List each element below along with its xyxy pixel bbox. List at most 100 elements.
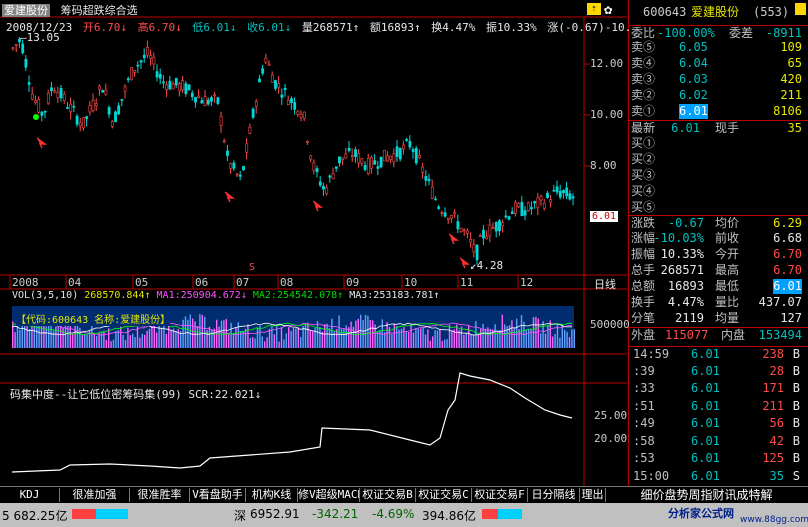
volume-bar	[374, 324, 376, 348]
candle-body	[203, 96, 207, 107]
sell-level-row[interactable]: 卖⑤ 6.05 109	[629, 40, 808, 55]
volume-bar	[432, 336, 434, 348]
sell-level-row[interactable]: 卖② 6.02 211	[629, 88, 808, 103]
stat-label-2: 最高	[715, 263, 740, 277]
candle-body	[94, 103, 98, 106]
candle-body	[136, 64, 140, 67]
candle-body	[424, 176, 428, 181]
volume-bar	[367, 315, 369, 348]
candle-body	[469, 239, 473, 243]
buy-level-row[interactable]: 买⑤	[629, 200, 808, 215]
candle-body	[450, 215, 453, 219]
price-max-label: —13.05	[20, 31, 60, 44]
tick-row[interactable]: :33 6.01 171 B	[629, 381, 808, 396]
candle-body	[405, 139, 409, 141]
lock-icon[interactable]: ⇡	[587, 3, 601, 15]
chart-canvas[interactable]	[0, 0, 628, 486]
stats-row: 振幅 10.33% 今开 6.70	[629, 247, 808, 262]
buy-label: 买①	[631, 136, 656, 150]
volume-bar	[273, 334, 275, 348]
candle-body	[555, 186, 559, 193]
tick-row[interactable]: 14:59 6.01 238 B	[629, 346, 808, 362]
tick-time: :33	[633, 381, 655, 395]
x-tick: 06	[195, 276, 209, 289]
volume-bar	[96, 335, 98, 348]
volume-bar	[441, 340, 443, 348]
buy-label: 买④	[631, 184, 656, 198]
volume-bar	[139, 337, 141, 348]
period-label[interactable]: 日线	[594, 276, 616, 292]
xianshou-label: 现手	[715, 121, 740, 135]
volume-bar	[348, 327, 350, 348]
candle-body	[293, 102, 297, 110]
x-tick: 04	[68, 276, 82, 289]
volume-bar	[175, 330, 177, 348]
candle-body	[280, 94, 284, 98]
indicator-tab[interactable]: 理出	[580, 488, 606, 502]
tick-row[interactable]: :51 6.01 211 B	[629, 399, 808, 414]
vol-value: 268570.844↑	[84, 290, 151, 301]
volume-bar	[417, 328, 419, 348]
indicator-tab[interactable]: 权证交易B	[360, 488, 416, 502]
indicator-tab[interactable]: 很准加强	[60, 488, 130, 502]
tick-row[interactable]: :49 6.01 56 B	[629, 416, 808, 431]
candle-body	[382, 150, 386, 162]
tick-row[interactable]: :58 6.01 42 B	[629, 434, 808, 449]
sh-bar-2	[112, 509, 128, 519]
volume-bar	[124, 340, 127, 348]
buy-level-row[interactable]: 买②	[629, 152, 808, 167]
candle-body	[322, 186, 325, 190]
indicator-tab[interactable]: 机构K线	[246, 488, 298, 502]
volume-bar	[228, 332, 230, 348]
buy-level-row[interactable]: 买④	[629, 184, 808, 199]
indicator-tab[interactable]: V看盘助手	[190, 488, 246, 502]
indicator-tab[interactable]: 细价盘势周指财讯成特解	[606, 488, 807, 502]
candle-body	[139, 60, 143, 63]
candle-body	[552, 189, 556, 192]
sell-level-row[interactable]: 卖① 6.01 8106	[629, 104, 808, 119]
vol-ma3: MA3:253183.781↑	[349, 290, 440, 301]
tick-row[interactable]: :39 6.01 28 B	[629, 364, 808, 379]
indicator-tab[interactable]: 权证交易F	[472, 488, 528, 502]
tick-vol: 28	[769, 363, 784, 378]
sell-level-row[interactable]: 卖③ 6.03 420	[629, 72, 808, 87]
volume-bar	[386, 322, 388, 348]
sell-level-row[interactable]: 卖④ 6.04 65	[629, 56, 808, 71]
current-price-tag: 6.01	[590, 211, 619, 222]
volume-bar	[525, 330, 527, 348]
volume-bar	[172, 328, 175, 348]
volume-bar	[319, 327, 321, 348]
volume-bar	[211, 329, 213, 348]
volume-bar	[103, 330, 105, 348]
candle-body	[312, 162, 316, 171]
volume-bar	[91, 323, 93, 348]
volume-bar	[69, 322, 71, 348]
sell-price: 6.01	[679, 104, 708, 119]
volume-bar	[285, 333, 287, 348]
indicator-tab[interactable]: 修V超级MACD	[298, 488, 360, 502]
indicator-tab[interactable]: 日分隔线	[528, 488, 580, 502]
chart-area[interactable]: 爱建股份 筹码超跌综合选 2008/12/23 开6.70↓ 高6.70↓ 低6…	[0, 0, 651, 486]
buy-level-row[interactable]: 买①	[629, 136, 808, 151]
indicator-tab[interactable]: 权证交易C	[416, 488, 472, 502]
candle-body	[130, 67, 133, 81]
buy-label: 买②	[631, 152, 656, 166]
volume-bar	[312, 330, 314, 348]
tick-time: :49	[633, 416, 655, 430]
indicator-tab[interactable]: 很准胜率	[130, 488, 190, 502]
stat-label-1: 振幅	[631, 247, 656, 261]
tick-row[interactable]: :53 6.01 125 B	[629, 451, 808, 466]
indicator-tab-bar[interactable]: KDJ 很准加强 很准胜率 V看盘助手 机构K线 修V超级MACD 权证交易B 权证交易C 权证…	[0, 486, 808, 503]
candle-body	[386, 155, 389, 162]
weibi-row: 委比 -100.00% 委差 -8911	[629, 25, 808, 41]
candle-body	[216, 97, 220, 104]
y-tick-3: 8.00	[590, 159, 617, 172]
corner-icon[interactable]	[795, 3, 806, 15]
volume-bar	[427, 329, 429, 348]
candle-body	[43, 110, 47, 113]
stats-row: 分笔 2119 均量 127	[629, 311, 808, 326]
indicator-tab[interactable]: KDJ	[0, 488, 60, 502]
buy-level-row[interactable]: 买③	[629, 168, 808, 183]
settings-icon[interactable]: ✿	[604, 2, 612, 18]
tick-row[interactable]: 15:00 6.01 35 S	[629, 469, 808, 484]
